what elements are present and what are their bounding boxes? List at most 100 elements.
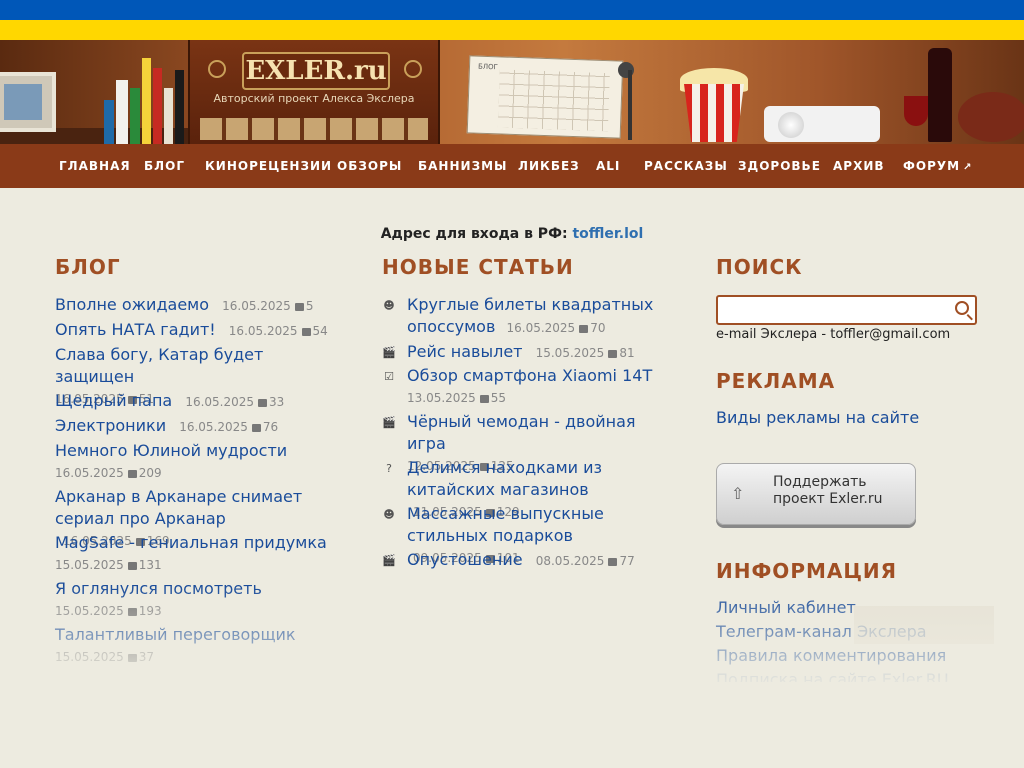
article-link[interactable]: Делимся находками из китайских магазинов bbox=[407, 458, 602, 499]
nav-likbez[interactable]: ЛИКБЕЗ bbox=[518, 159, 580, 173]
logo-text: EXLER.ru bbox=[242, 52, 390, 90]
book bbox=[116, 80, 128, 144]
comment-count: 33 bbox=[269, 395, 285, 409]
blog-post-link[interactable]: Слава богу, Катар будет защищен bbox=[55, 345, 263, 386]
comment-count: 77 bbox=[619, 554, 635, 568]
site-logo[interactable]: EXLER.ru Авторский проект Алекса Экслера bbox=[188, 40, 440, 144]
ads-link[interactable]: Виды рекламы на сайте bbox=[716, 408, 919, 427]
comment-icon bbox=[608, 558, 618, 566]
list-item: Опустошение 08.05.2025 77 bbox=[407, 549, 677, 571]
post-date: 15.05.2025 bbox=[55, 604, 124, 618]
article-link[interactable]: Опустошение bbox=[407, 550, 523, 569]
entry-label: Адрес для входа в РФ: bbox=[380, 226, 568, 242]
list-item: Я оглянулся посмотреть 15.05.2025 193 bbox=[55, 578, 345, 619]
upload-arrow-icon: ⇧ bbox=[731, 484, 745, 503]
list-item: Электроники 16.05.2025 76 bbox=[55, 415, 345, 437]
nav-stories[interactable]: РАССКАЗЫ bbox=[644, 159, 728, 173]
articles-heading: НОВЫЕ СТАТЬИ bbox=[382, 255, 574, 279]
flag-yellow-stripe bbox=[0, 20, 1024, 40]
comment-count: 70 bbox=[590, 321, 606, 335]
comment-count: 81 bbox=[619, 346, 635, 360]
support-button[interactable]: ⇧ Поддержать проект Exler.ru bbox=[716, 463, 916, 525]
nav-forum[interactable]: ФОРУМ ↗ bbox=[903, 159, 972, 173]
comment-icon bbox=[301, 328, 311, 336]
entry-link[interactable]: toffler.lol bbox=[572, 226, 643, 242]
clapper-icon: 🎬 bbox=[382, 416, 396, 429]
overlay-button-ghost bbox=[854, 606, 994, 644]
search-input[interactable] bbox=[720, 299, 944, 323]
photo-frame bbox=[0, 72, 56, 132]
smiley-icon: ☻ bbox=[383, 299, 395, 312]
nav-blog[interactable]: БЛОГ bbox=[144, 159, 185, 173]
blog-heading: БЛОГ bbox=[55, 255, 121, 279]
post-date: 15.05.2025 bbox=[55, 650, 124, 664]
smiley-icon: ☻ bbox=[383, 508, 395, 521]
list-item: Круглые билеты квадратных опоссумов 16.0… bbox=[407, 294, 677, 338]
nav-forum-label: ФОРУМ bbox=[903, 159, 961, 173]
article-link[interactable]: Обзор смартфона Xiaomi 14T bbox=[407, 366, 652, 385]
info-link-subscription[interactable]: Подписка на сайте Exler.RU bbox=[716, 670, 949, 682]
comment-count: 54 bbox=[312, 324, 328, 338]
letter-tiles bbox=[200, 118, 428, 140]
search-heading: ПОИСК bbox=[716, 255, 803, 279]
blog-post-link[interactable]: Немного Юлиной мудрости bbox=[55, 441, 287, 460]
article-link[interactable]: Массажные выпускные стильных подарков bbox=[407, 504, 604, 545]
info-heading: ИНФОРМАЦИЯ bbox=[716, 559, 898, 583]
comment-icon bbox=[127, 562, 137, 570]
blog-post-link[interactable]: Я оглянулся посмотреть bbox=[55, 579, 262, 598]
search-box bbox=[716, 295, 977, 325]
logo-ring-icon bbox=[208, 60, 226, 78]
search-icon[interactable] bbox=[955, 301, 969, 315]
comment-icon bbox=[579, 325, 589, 333]
nav-ali[interactable]: ALI bbox=[596, 159, 620, 173]
book bbox=[164, 88, 173, 144]
checklist-icon: ☑ bbox=[384, 370, 394, 383]
list-item: Талантливый переговорщик 15.05.2025 37 bbox=[55, 624, 345, 665]
comment-icon bbox=[251, 424, 261, 432]
info-link-rules[interactable]: Правила комментирования bbox=[716, 646, 946, 665]
list-item: Немного Юлиной мудрости 16.05.2025 209 bbox=[55, 440, 345, 481]
book bbox=[142, 58, 151, 144]
post-date: 16.05.2025 bbox=[179, 420, 248, 434]
article-link[interactable]: Чёрный чемодан - двойная игра bbox=[407, 412, 636, 453]
comment-icon bbox=[127, 654, 137, 662]
blog-post-link[interactable]: Щедрый папа bbox=[55, 391, 172, 410]
post-date: 16.05.2025 bbox=[228, 324, 298, 338]
comment-icon bbox=[479, 395, 489, 403]
logo-subtitle: Авторский проект Алекса Экслера bbox=[213, 92, 415, 105]
nav-home[interactable]: ГЛАВНАЯ bbox=[59, 159, 131, 173]
nav-archive[interactable]: АРХИВ bbox=[833, 159, 885, 173]
post-date: 16.05.2025 bbox=[185, 395, 255, 409]
blog-post-link[interactable]: Талантливый переговорщик bbox=[55, 625, 296, 644]
nav-movie-reviews[interactable]: КИНОРЕЦЕНЗИИ bbox=[205, 159, 332, 173]
blog-post-link[interactable]: Арканар в Арканаре снимает сериал про Ар… bbox=[55, 487, 302, 528]
comment-icon bbox=[608, 350, 618, 358]
blog-post-link[interactable]: Вполне ожидаемо bbox=[55, 295, 209, 314]
comment-count: 37 bbox=[138, 650, 154, 664]
info-link-cabinet[interactable]: Личный кабинет bbox=[716, 598, 856, 617]
list-item: Обзор смартфона Xiaomi 14T 13.05.2025 55 bbox=[407, 365, 677, 406]
post-date: 16.05.2025 bbox=[506, 321, 576, 335]
nav-bannizms[interactable]: БАННИЗМЫ bbox=[418, 159, 507, 173]
wine-glass-icon bbox=[904, 96, 928, 126]
calendar-label: БЛОГ bbox=[477, 62, 499, 72]
comment-icon bbox=[258, 399, 268, 407]
logo-ring-icon bbox=[404, 60, 422, 78]
comment-count: 5 bbox=[305, 299, 314, 313]
comment-icon bbox=[127, 470, 137, 478]
clapper-icon: 🎬 bbox=[382, 554, 396, 567]
list-item: Щедрый папа 16.05.2025 33 bbox=[55, 390, 345, 412]
list-item: MagSafe - гениальная придумка 15.05.2025… bbox=[55, 532, 345, 573]
article-link[interactable]: Рейс навылет bbox=[407, 342, 523, 361]
comment-count: 193 bbox=[138, 604, 162, 618]
header-banner: EXLER.ru Авторский проект Алекса Экслера… bbox=[0, 40, 1024, 144]
nav-health[interactable]: ЗДОРОВЬЕ bbox=[738, 159, 821, 173]
blog-post-link[interactable]: Опять НАТА гадит! bbox=[55, 320, 216, 339]
book bbox=[130, 88, 140, 144]
flag-blue-stripe bbox=[0, 0, 1024, 20]
blog-post-link[interactable]: MagSafe - гениальная придумка bbox=[55, 533, 327, 552]
blog-post-link[interactable]: Электроники bbox=[55, 416, 166, 435]
external-link-icon: ↗ bbox=[963, 162, 973, 173]
ham-icon bbox=[958, 92, 1024, 142]
nav-reviews[interactable]: ОБЗОРЫ bbox=[337, 159, 402, 173]
